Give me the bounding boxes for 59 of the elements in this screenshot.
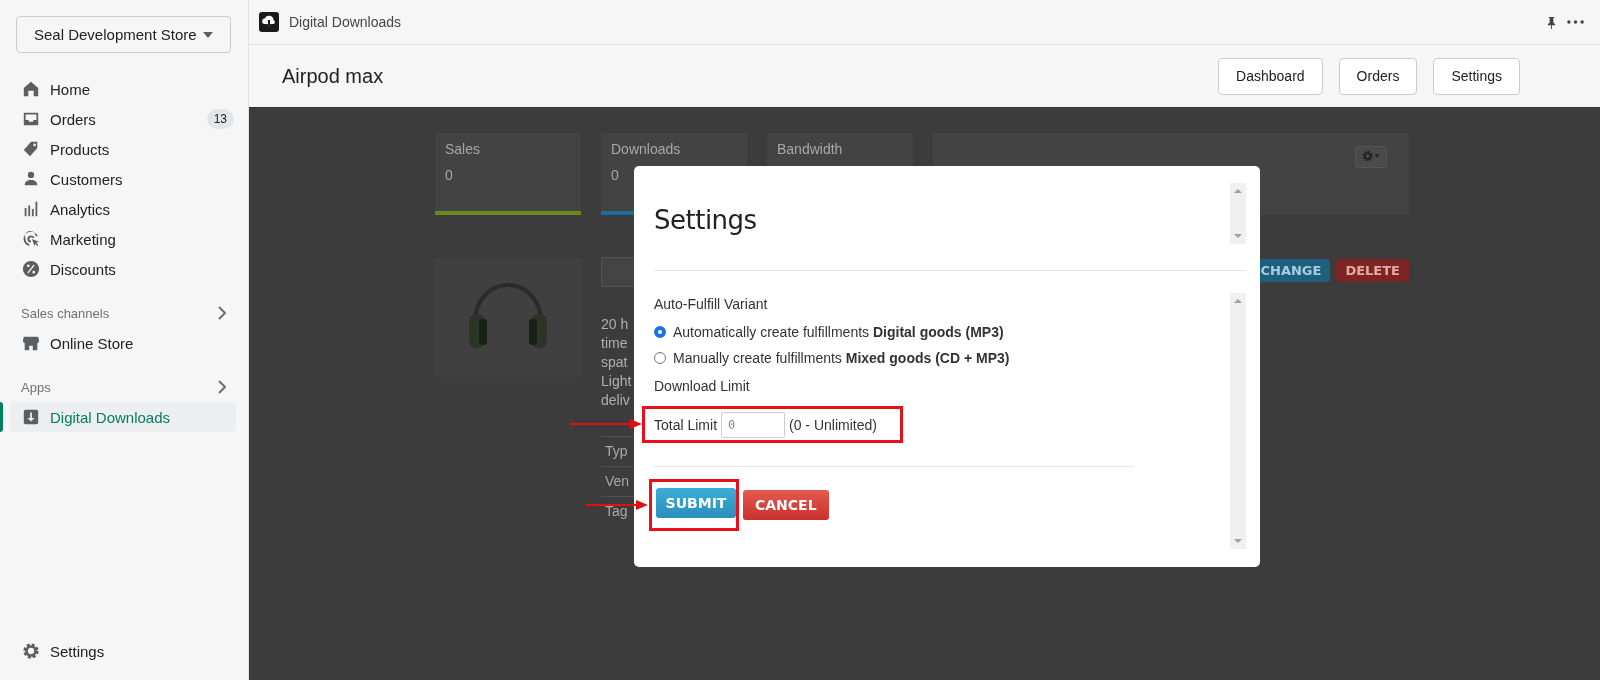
scrollbar[interactable] [1230,293,1246,549]
nav-icon [22,408,40,426]
radio-button[interactable] [654,326,666,338]
nav-icon [22,140,40,158]
nav-icon [22,230,40,248]
nav-item[interactable]: Discounts [10,254,236,284]
field-label: Auto-Fulfill Variant [654,296,769,312]
description-text: spat [601,353,628,372]
count-badge: 13 [206,109,234,129]
page-title: Airpod max [282,64,384,88]
option-label: Automatically create fulfillments Digital goods (MP3) [673,324,1004,340]
description-text: 20 h [601,315,629,334]
nav-icon [22,170,40,188]
app-title: Digital Downloads [289,14,402,30]
field-label: Download Limit [654,378,751,394]
input-field[interactable]: 0 [721,411,786,438]
caret-icon [203,31,213,38]
app-icon [259,12,279,32]
nav-item[interactable]: Home [10,74,236,104]
nav-item[interactable]: Analytics [10,194,236,224]
nav-icon [22,334,40,352]
pin-icon[interactable] [1546,15,1557,29]
description-text: Light [601,372,632,391]
nav-icon [22,260,40,278]
store-selector[interactable]: Seal Development Store [16,16,231,53]
nav-item[interactable]: Online Store [10,328,236,358]
header-button[interactable]: Orders [1338,57,1418,95]
section-title: Apps [21,379,51,395]
gear-icon [1360,149,1382,162]
stat-label: Sales [445,141,481,157]
scrollbar[interactable] [1230,183,1246,244]
settings-icon [22,642,40,660]
header-button[interactable]: Dashboard [1218,57,1323,95]
stat-label: Downloads [611,141,681,157]
chevron-icon[interactable] [218,306,226,320]
chevron-icon[interactable] [218,380,226,394]
settings-link[interactable]: Settings [10,636,236,666]
field-label: Total Limit [654,416,718,433]
nav-item[interactable]: Marketing [10,224,236,254]
dialog-title: Settings [654,205,757,237]
more-icon[interactable] [1567,20,1584,24]
nav-icon [22,110,40,128]
section-title: Sales channels [21,305,110,321]
nav-icon [22,80,40,98]
header-button[interactable]: Settings [1433,57,1520,95]
cancel-button[interactable]: CANCEL [743,490,829,520]
nav-item[interactable]: Customers [10,164,236,194]
variant-button[interactable]: DELETE [1336,259,1409,282]
description-text: deliv [601,391,630,410]
nav-item[interactable]: Products [10,134,236,164]
option-label: Manually create fulfillments Mixed goods (CD + MP3) [673,350,1010,366]
hint-text: (0 - Unlimited) [789,416,877,433]
stat-value: 0 [445,167,453,183]
nav-icon [22,200,40,218]
stat-value: 0 [611,167,619,183]
description-text: time [601,334,628,353]
nav-item[interactable]: Orders 13 [10,104,236,134]
stat-label: Bandwidth [777,141,843,157]
radio-button[interactable] [654,352,666,364]
